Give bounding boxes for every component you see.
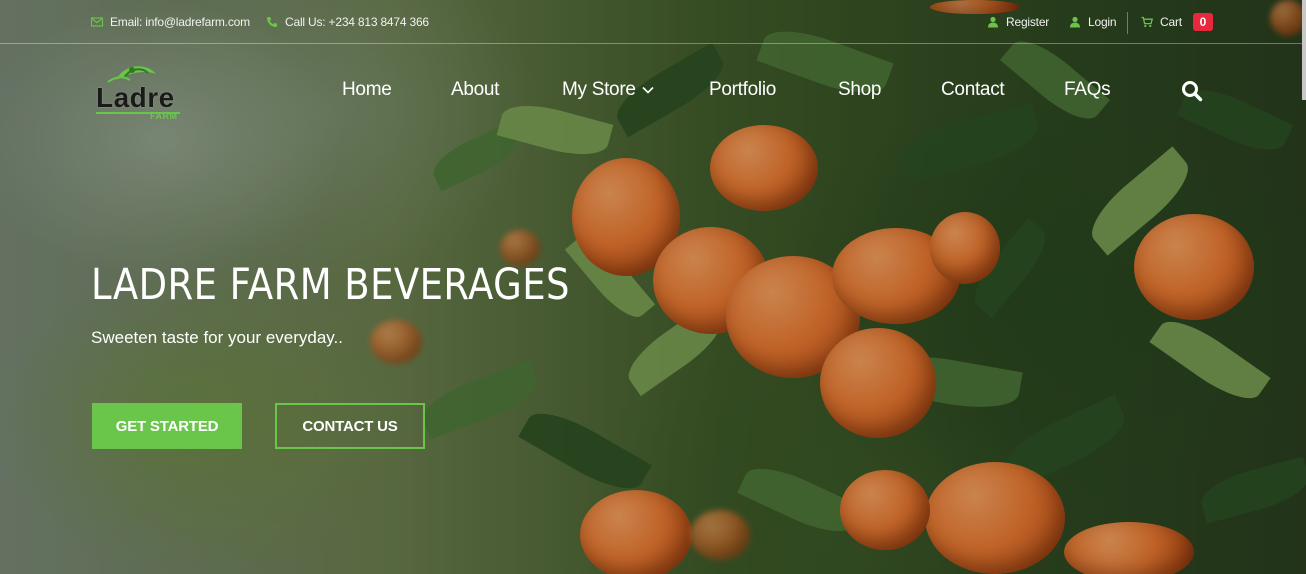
login-label: Login — [1088, 14, 1117, 29]
phone-icon — [266, 16, 278, 28]
topbar-divider — [1127, 12, 1128, 34]
nav-faqs[interactable]: FAQs — [1064, 68, 1111, 112]
register-link[interactable]: Register — [987, 0, 1049, 43]
contact-us-button[interactable]: CONTACT US — [275, 403, 425, 449]
cart-icon — [1141, 16, 1153, 28]
nav-my-store[interactable]: My Store — [562, 68, 654, 112]
login-link[interactable]: Login — [1069, 0, 1117, 43]
nav-my-store-label: My Store — [562, 79, 636, 100]
nav-shop[interactable]: Shop — [838, 68, 881, 112]
get-started-button[interactable]: GET STARTED — [92, 403, 242, 449]
envelope-icon — [91, 16, 103, 28]
brand-sub: FARM — [150, 111, 178, 121]
phone-contact[interactable]: Call Us: +234 813 8474 366 — [266, 0, 429, 43]
user-icon — [1069, 16, 1081, 28]
cart-count-badge: 0 — [1192, 12, 1213, 31]
main-nav: Home About My Store Portfolio Shop Conta… — [0, 68, 1306, 112]
nav-home[interactable]: Home — [342, 68, 392, 112]
cart-link[interactable]: Cart 0 — [1141, 0, 1213, 43]
hero-subtitle: Sweeten taste for your everyday.. — [91, 328, 343, 347]
page-scrollbar[interactable] — [1302, 0, 1306, 100]
email-text: Email: info@ladrefarm.com — [110, 14, 250, 29]
top-bar: Email: info@ladrefarm.com Call Us: +234 … — [0, 0, 1306, 44]
nav-contact[interactable]: Contact — [941, 68, 1005, 112]
user-icon — [987, 16, 999, 28]
nav-about[interactable]: About — [451, 68, 499, 112]
hero-title: LADRE FARM BEVERAGES — [91, 260, 570, 310]
cart-label: Cart — [1160, 14, 1182, 29]
search-icon[interactable] — [1181, 80, 1203, 102]
nav-portfolio[interactable]: Portfolio — [709, 68, 776, 112]
email-contact[interactable]: Email: info@ladrefarm.com — [91, 0, 250, 43]
chevron-down-icon — [642, 86, 654, 94]
phone-text: Call Us: +234 813 8474 366 — [285, 14, 429, 29]
register-label: Register — [1006, 14, 1050, 29]
